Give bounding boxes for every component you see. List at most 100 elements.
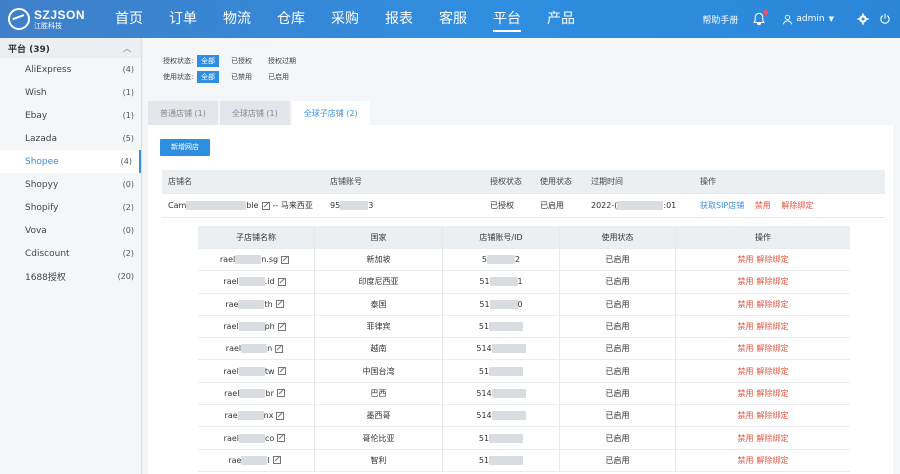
edit-icon[interactable] [272, 456, 281, 465]
disable-link[interactable]: 禁用 [738, 410, 754, 421]
unbind-link[interactable]: 解除绑定 [757, 276, 789, 287]
get-sip-store-link[interactable]: 获取SIP店铺 [700, 201, 744, 210]
sub-store-actions: 禁用 解除绑定 [676, 271, 850, 292]
auth-filter-expired[interactable]: 授权过期 [264, 55, 300, 67]
use-status: 已启用 [560, 249, 676, 271]
chevron-up-icon: ︿ [123, 43, 131, 53]
edit-icon[interactable] [275, 344, 284, 353]
unbind-link[interactable]: 解除绑定 [781, 201, 813, 210]
disable-link[interactable]: 禁用 [755, 201, 771, 210]
sidebar-item-shopify[interactable]: Shopify (2) [0, 196, 141, 219]
filter-panel: 授权状态: 全部 已授权 授权过期 使用状态: 全部 已禁用 已启用 [163, 53, 308, 85]
auth-status: 已授权 [490, 201, 514, 210]
unbind-link[interactable]: 解除绑定 [757, 254, 789, 265]
disable-link[interactable]: 禁用 [738, 455, 754, 466]
country: 新加坡 [315, 249, 443, 271]
unbind-link[interactable]: 解除绑定 [757, 343, 789, 354]
edit-icon[interactable] [277, 322, 286, 331]
sidebar-item-1688[interactable]: 1688授权 (20) [0, 265, 141, 288]
nav-products[interactable]: 产品 [534, 0, 588, 38]
auth-filter-all[interactable]: 全部 [197, 54, 219, 67]
brand-logo[interactable]: SZJSON 江胜科技 [0, 0, 92, 38]
masked-text [237, 411, 264, 421]
auth-filter-authorized[interactable]: 已授权 [227, 55, 256, 67]
tab-global-sub-stores[interactable]: 全球子店铺 (2) [291, 101, 370, 125]
edit-icon[interactable] [277, 367, 286, 376]
disable-link[interactable]: 禁用 [738, 388, 754, 399]
sidebar-item-vova[interactable]: Vova (0) [0, 219, 141, 242]
country: 智利 [315, 449, 443, 471]
auth-status-filter: 授权状态: 全部 已授权 授权过期 [163, 53, 308, 68]
use-status: 已启用 [560, 338, 676, 360]
unbind-link[interactable]: 解除绑定 [757, 410, 789, 421]
sub-store-id: 51 [443, 449, 560, 471]
bell-icon[interactable] [752, 10, 769, 26]
sidebar-item-shopee[interactable]: Shopee (4) [0, 150, 141, 173]
sub-store-id: 51 [443, 315, 560, 338]
edit-icon[interactable] [276, 389, 285, 398]
tab-global-stores[interactable]: 全球店铺 (1) [219, 101, 290, 125]
nav-service[interactable]: 客服 [426, 0, 480, 38]
unbind-link[interactable]: 解除绑定 [757, 433, 789, 444]
sidebar-item-ebay[interactable]: Ebay (1) [0, 104, 141, 127]
edit-icon[interactable] [281, 255, 290, 264]
nav-logistics[interactable]: 物流 [210, 0, 264, 38]
masked-text [489, 433, 524, 443]
edit-icon[interactable] [277, 434, 286, 443]
disable-link[interactable]: 禁用 [738, 343, 754, 354]
sidebar-item-lazada[interactable]: Lazada (5) [0, 127, 141, 150]
sub-store-actions: 禁用 解除绑定 [676, 249, 850, 270]
use-status: 已启用 [560, 293, 676, 315]
disable-link[interactable]: 禁用 [738, 254, 754, 265]
disable-link[interactable]: 禁用 [738, 366, 754, 377]
unbind-link[interactable]: 解除绑定 [757, 366, 789, 377]
disable-link[interactable]: 禁用 [738, 276, 754, 287]
unbind-link[interactable]: 解除绑定 [757, 455, 789, 466]
edit-icon[interactable] [277, 277, 286, 286]
tab-normal-stores[interactable]: 普通店铺 (1) [148, 101, 218, 125]
unbind-link[interactable]: 解除绑定 [757, 321, 789, 332]
sidebar-item-wish[interactable]: Wish (1) [0, 81, 141, 104]
user-menu[interactable]: admin ▼ [782, 14, 834, 25]
use-filter-disabled[interactable]: 已禁用 [227, 71, 256, 83]
disable-link[interactable]: 禁用 [738, 433, 754, 444]
power-icon[interactable] [878, 12, 892, 26]
masked-text [241, 344, 268, 354]
store-account: 95 3 [330, 201, 374, 210]
table-row: rae nx 墨西哥 514 已启用 禁用 解除绑定 [198, 405, 850, 428]
edit-icon[interactable] [275, 300, 284, 309]
unbind-link[interactable]: 解除绑定 [757, 299, 789, 310]
help-manual-link[interactable]: 帮助手册 [702, 13, 738, 26]
masked-text [340, 201, 369, 210]
edit-icon[interactable] [276, 411, 285, 420]
add-store-button[interactable]: 新增网店 [160, 139, 210, 156]
use-filter-all[interactable]: 全部 [197, 70, 219, 83]
sub-store-id: 51 [443, 360, 560, 382]
disable-link[interactable]: 禁用 [738, 321, 754, 332]
disable-link[interactable]: 禁用 [738, 299, 754, 310]
use-status: 已启用 [560, 427, 676, 449]
gear-icon[interactable] [856, 12, 870, 26]
nav-warehouse[interactable]: 仓库 [264, 0, 318, 38]
nav-home[interactable]: 首页 [102, 0, 156, 38]
edit-icon[interactable] [261, 201, 270, 210]
use-status: 已启用 [560, 315, 676, 338]
use-filter-enabled[interactable]: 已启用 [264, 71, 293, 83]
sidebar-item-cdiscount[interactable]: Cdiscount (2) [0, 242, 141, 265]
nav-purchase[interactable]: 采购 [318, 0, 372, 38]
country: 泰国 [315, 293, 443, 315]
country: 菲律宾 [315, 315, 443, 338]
unbind-link[interactable]: 解除绑定 [757, 388, 789, 399]
table-header: 店铺名 店铺账号 授权状态 使用状态 过期时间 操作 [162, 170, 885, 194]
sub-store-actions: 禁用 解除绑定 [676, 383, 850, 404]
sub-store-id: 514 [443, 405, 560, 427]
caret-down-icon: ▼ [828, 15, 834, 23]
sidebar-item-shopyy[interactable]: Shopyy (0) [0, 173, 141, 196]
country: 中国台湾 [315, 360, 443, 382]
nav-orders[interactable]: 订单 [156, 0, 210, 38]
sidebar-header[interactable]: 平台 (39) ︿ [0, 38, 141, 58]
table-row: Cam ble -- 马来西亚 95 3 已授权 已启用 2022-(:01 获取SI… [162, 194, 885, 218]
sidebar-item-aliexpress[interactable]: AliExpress (4) [0, 58, 141, 81]
nav-platform[interactable]: 平台 [480, 0, 534, 38]
nav-reports[interactable]: 报表 [372, 0, 426, 38]
